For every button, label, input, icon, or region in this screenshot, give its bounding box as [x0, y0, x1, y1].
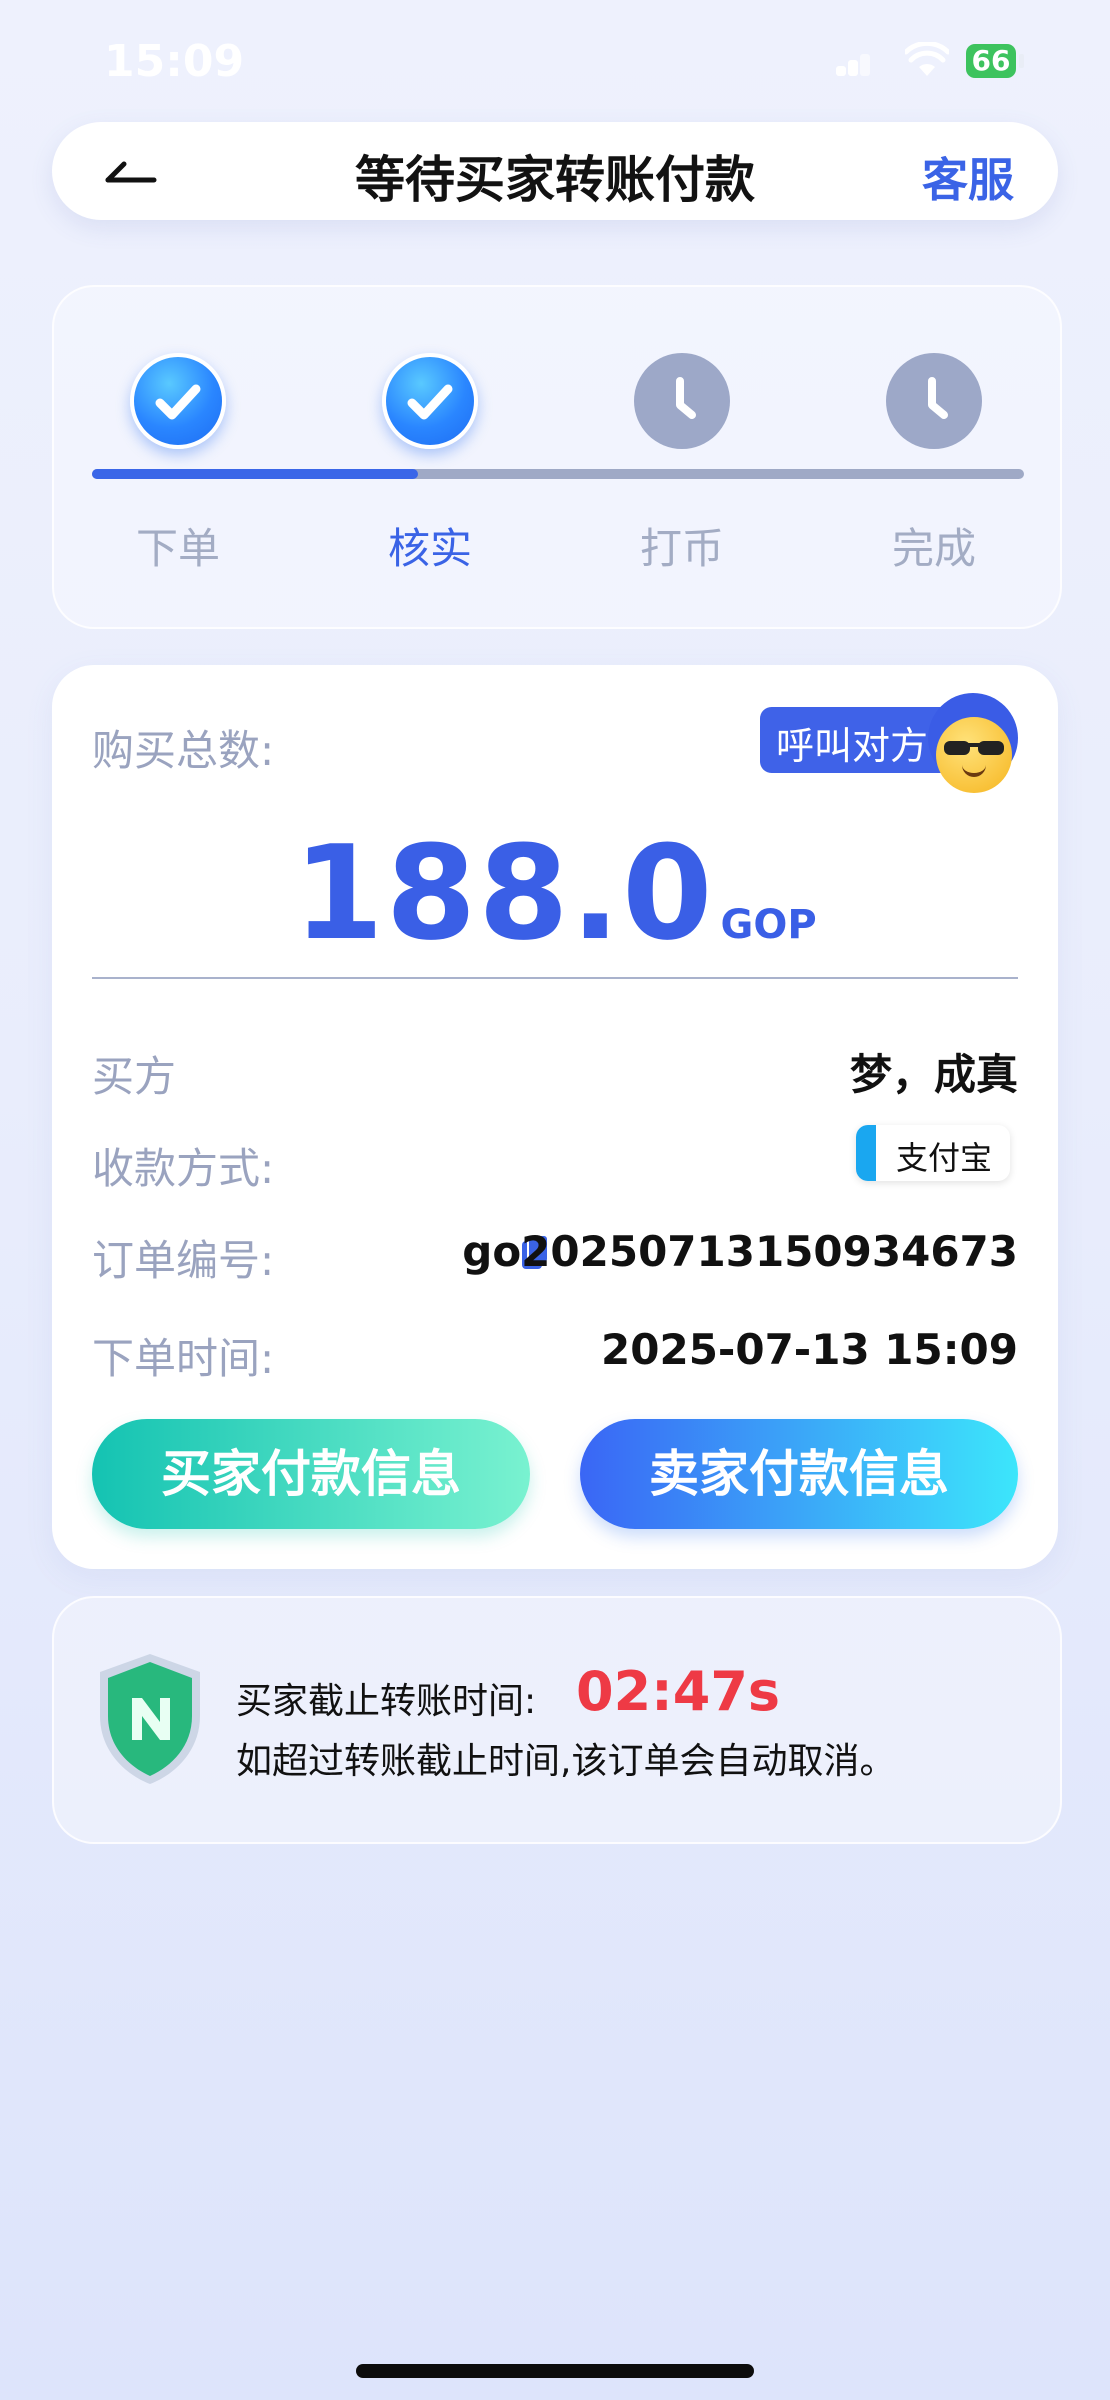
progress-card: 下单 核实 打币 完成	[52, 285, 1062, 629]
payment-method-value: 支付宝	[896, 1139, 993, 1177]
progress-track	[92, 469, 1024, 479]
amount-display: 188.0 GOP	[52, 817, 1058, 969]
total-label: 购买总数:	[92, 726, 275, 775]
order-time-label: 下单时间:	[92, 1334, 275, 1383]
page-title: 等待买家转账付款	[355, 151, 755, 209]
payment-method-label: 收款方式:	[92, 1144, 275, 1193]
call-button-label: 呼叫对方	[776, 724, 929, 768]
amount-value: 188.0	[293, 817, 715, 969]
order-card: 购买总数: 呼叫对方 188.0 GOP 买方 梦，成真 收款方式: 支付宝 订单…	[52, 665, 1058, 1569]
step-3-clock-icon	[634, 353, 730, 449]
customer-service-link[interactable]: 客服	[922, 144, 1014, 210]
step-4-clock-icon	[886, 353, 982, 449]
alipay-icon	[856, 1125, 876, 1181]
deadline-label: 买家截止转账时间:	[236, 1681, 537, 1722]
home-indicator	[356, 2364, 754, 2378]
signal-icon	[836, 52, 870, 76]
buyer-label: 买方	[92, 1052, 177, 1101]
battery-icon: 66	[966, 44, 1016, 78]
amount-unit: GOP	[720, 902, 817, 948]
step-2-check-icon	[382, 353, 478, 449]
payment-method-chip: 支付宝	[856, 1125, 1010, 1181]
sunglasses-emoji-icon	[936, 717, 1012, 793]
order-number-label: 订单编号:	[92, 1236, 275, 1285]
battery-tip	[1019, 54, 1024, 68]
step-1-check-icon	[130, 353, 226, 449]
status-time: 15:09	[104, 36, 245, 87]
buyer-payment-info-button[interactable]: 买家付款信息	[92, 1419, 530, 1529]
header-bar: 等待买家转账付款 客服	[52, 122, 1058, 220]
step-label-order: 下单	[135, 524, 220, 573]
step-label-complete: 完成	[891, 524, 976, 573]
status-bar: 15:09 66	[0, 0, 1110, 120]
step-label-release: 打币	[639, 524, 724, 573]
deadline-note: 如超过转账截止时间,该订单会自动取消。	[236, 1741, 896, 1782]
order-time-value: 2025-07-13 15:09	[601, 1325, 1018, 1374]
countdown-timer: 02:47s	[576, 1660, 781, 1723]
step-label-verify: 核实	[387, 524, 472, 573]
seller-payment-info-button[interactable]: 卖家付款信息	[580, 1419, 1018, 1529]
countdown-card: 买家截止转账时间: 02:47s 如超过转账截止时间,该订单会自动取消。	[52, 1596, 1062, 1844]
buyer-name: 梦，成真	[849, 1050, 1018, 1099]
divider	[92, 977, 1018, 979]
shield-icon	[100, 1654, 200, 1784]
progress-fill	[92, 469, 419, 479]
order-number-value: go20250713150934673	[462, 1227, 1018, 1276]
wifi-icon	[905, 42, 949, 76]
